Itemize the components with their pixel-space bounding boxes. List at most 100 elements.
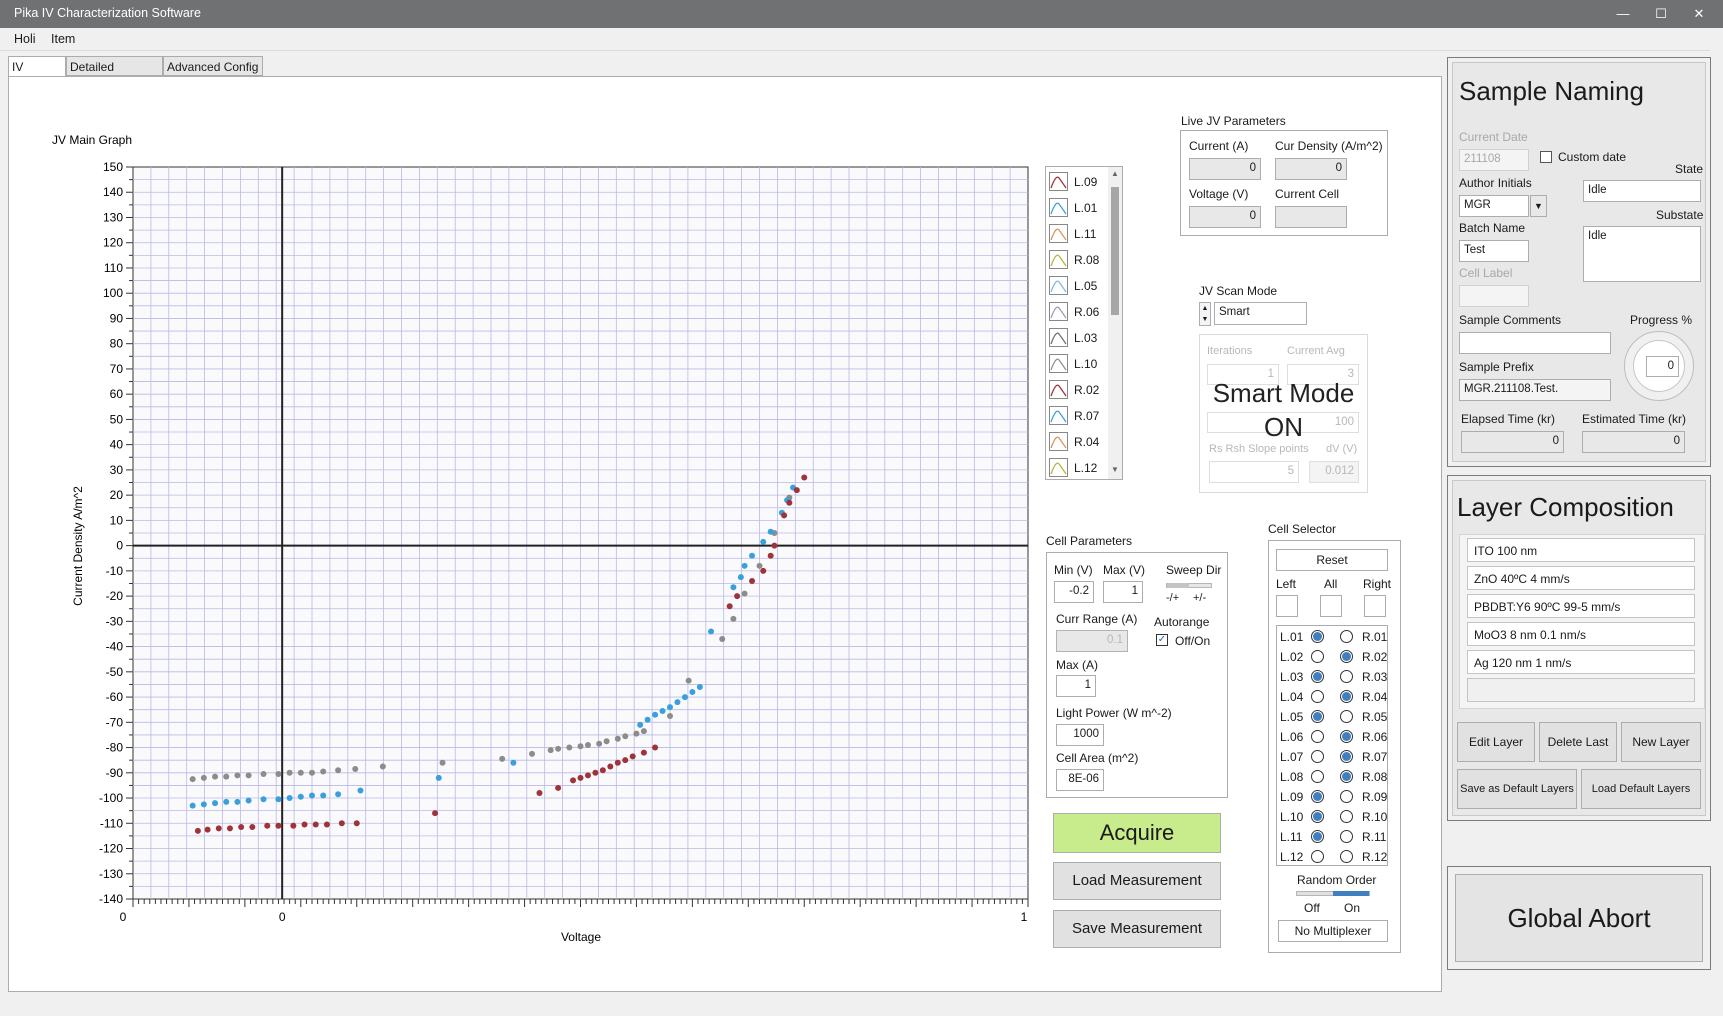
- cell-right-radio[interactable]: [1340, 650, 1353, 663]
- legend-item[interactable]: L.09: [1046, 169, 1104, 195]
- select-right-checkbox[interactable]: [1364, 595, 1386, 617]
- close-button[interactable]: ✕: [1676, 0, 1722, 28]
- data-point: [629, 753, 636, 760]
- select-all-checkbox[interactable]: [1320, 595, 1342, 617]
- cell-right-radio[interactable]: [1340, 630, 1353, 643]
- acquire-button[interactable]: Acquire: [1053, 813, 1221, 853]
- cell-label-field[interactable]: [1459, 285, 1529, 307]
- autorange-checkbox[interactable]: ✓: [1156, 634, 1168, 646]
- legend-item[interactable]: R.04: [1046, 429, 1104, 455]
- legend-scrollbar[interactable]: ▲ ▼: [1108, 167, 1122, 479]
- cell-left-radio[interactable]: [1311, 730, 1324, 743]
- tab-detailed-analysis[interactable]: Detailed Analysis: [66, 56, 163, 88]
- scan-mode-spinner[interactable]: ▲ ▼: [1199, 302, 1211, 326]
- sweep-plus-label: +/-: [1193, 592, 1207, 604]
- layer-item[interactable]: ZnO 40ºC 4 mm/s: [1467, 566, 1695, 590]
- cell-left-radio[interactable]: [1311, 850, 1324, 863]
- cell-right-radio[interactable]: [1340, 770, 1353, 783]
- cell-right-radio[interactable]: [1340, 750, 1353, 763]
- menu-holi[interactable]: Holi: [14, 32, 36, 46]
- sample-comments-field[interactable]: [1459, 332, 1611, 354]
- cell-area-field[interactable]: 8E-06: [1056, 769, 1104, 791]
- cell-right-radio[interactable]: [1340, 790, 1353, 803]
- new-layer-button[interactable]: New Layer: [1621, 722, 1701, 762]
- cell-right-radio[interactable]: [1340, 810, 1353, 823]
- layer-item[interactable]: Ag 120 nm 1 nm/s: [1467, 650, 1695, 674]
- save-default-layers-button[interactable]: Save as Default Layers: [1457, 769, 1577, 809]
- legend-item[interactable]: L.10: [1046, 351, 1104, 377]
- scroll-up-icon[interactable]: ▲: [1111, 169, 1119, 178]
- legend-item[interactable]: R.08: [1046, 247, 1104, 273]
- y-tick-label: -100: [99, 791, 123, 805]
- max-a-field[interactable]: 1: [1056, 675, 1096, 697]
- menu-bar: Holi Item: [0, 28, 1710, 51]
- multiplexer-button[interactable]: No Multiplexer: [1278, 920, 1388, 942]
- legend-item[interactable]: L.03: [1046, 325, 1104, 351]
- reset-button[interactable]: Reset: [1276, 549, 1388, 571]
- current-date-field[interactable]: 211108: [1459, 149, 1529, 171]
- cell-right-radio[interactable]: [1340, 710, 1353, 723]
- cell-right-radio[interactable]: [1340, 830, 1353, 843]
- cell-left-radio[interactable]: [1311, 750, 1324, 763]
- legend-item[interactable]: L.12: [1046, 455, 1104, 481]
- menu-item[interactable]: Item: [51, 32, 75, 46]
- author-select[interactable]: MGR: [1459, 195, 1529, 217]
- data-point: [767, 552, 774, 559]
- legend-label: R.06: [1074, 305, 1100, 319]
- cell-right-radio[interactable]: [1340, 690, 1353, 703]
- tab-iv-curves[interactable]: IV Curves: [8, 56, 66, 88]
- cell-left-radio[interactable]: [1311, 810, 1324, 823]
- load-default-layers-button[interactable]: Load Default Layers: [1581, 769, 1701, 809]
- layer-item[interactable]: MoO3 8 nm 0.1 nm/s: [1467, 622, 1695, 646]
- legend-item[interactable]: L.11: [1046, 221, 1104, 247]
- scan-mode-field[interactable]: Smart: [1214, 302, 1307, 325]
- cell-right-radio[interactable]: [1340, 670, 1353, 683]
- sweep-dir-slider[interactable]: [1166, 583, 1212, 588]
- legend-item[interactable]: L.05: [1046, 273, 1104, 299]
- max-v-field[interactable]: 1: [1103, 581, 1143, 603]
- tab-advanced-config[interactable]: Advanced Config: [163, 56, 263, 76]
- min-v-field[interactable]: -0.2: [1054, 581, 1094, 603]
- data-point: [659, 707, 666, 714]
- delete-last-button[interactable]: Delete Last: [1539, 722, 1617, 762]
- cell-left-radio[interactable]: [1311, 710, 1324, 723]
- cell-right-radio[interactable]: [1340, 850, 1353, 863]
- curr-range-field[interactable]: 0.1: [1056, 630, 1128, 652]
- scroll-down-icon[interactable]: ▼: [1111, 465, 1119, 474]
- cell-left-radio[interactable]: [1311, 690, 1324, 703]
- cell-left-radio[interactable]: [1311, 790, 1324, 803]
- cell-right-radio[interactable]: [1340, 730, 1353, 743]
- load-measurement-button[interactable]: Load Measurement: [1053, 862, 1221, 900]
- batch-name-field[interactable]: Test: [1459, 240, 1529, 262]
- legend-item[interactable]: L.01: [1046, 195, 1104, 221]
- select-left-checkbox[interactable]: [1276, 595, 1298, 617]
- y-tick-label: 20: [110, 488, 124, 502]
- scroll-thumb[interactable]: [1111, 187, 1119, 315]
- series-line-icon: [1049, 328, 1068, 347]
- light-power-field[interactable]: 1000: [1056, 724, 1104, 746]
- data-point: [708, 628, 715, 635]
- legend-item[interactable]: R.02: [1046, 377, 1104, 403]
- cell-left-radio[interactable]: [1311, 830, 1324, 843]
- data-point: [323, 821, 330, 828]
- cell-left-radio[interactable]: [1311, 770, 1324, 783]
- custom-date-checkbox[interactable]: [1540, 151, 1552, 163]
- legend-item[interactable]: R.06: [1046, 299, 1104, 325]
- cell-left-label: L.04: [1280, 690, 1304, 704]
- dv-field[interactable]: 0.012: [1309, 461, 1359, 483]
- layer-item[interactable]: [1467, 678, 1695, 702]
- curr-range-label: Curr Range (A): [1056, 612, 1138, 626]
- rs-rsh-field[interactable]: 5: [1209, 461, 1299, 483]
- cell-left-radio[interactable]: [1311, 670, 1324, 683]
- global-abort-button[interactable]: Global Abort: [1455, 874, 1703, 962]
- cell-left-radio[interactable]: [1311, 650, 1324, 663]
- random-order-slider[interactable]: [1296, 891, 1370, 896]
- layer-item[interactable]: ITO 100 nm: [1467, 538, 1695, 562]
- save-measurement-button[interactable]: Save Measurement: [1053, 910, 1221, 948]
- chevron-down-icon[interactable]: ▼: [1530, 195, 1547, 217]
- cell-left-radio[interactable]: [1311, 630, 1324, 643]
- data-point: [801, 474, 808, 481]
- legend-item[interactable]: R.07: [1046, 403, 1104, 429]
- edit-layer-button[interactable]: Edit Layer: [1457, 722, 1535, 762]
- layer-item[interactable]: PBDBT:Y6 90ºC 99-5 mm/s: [1467, 594, 1695, 618]
